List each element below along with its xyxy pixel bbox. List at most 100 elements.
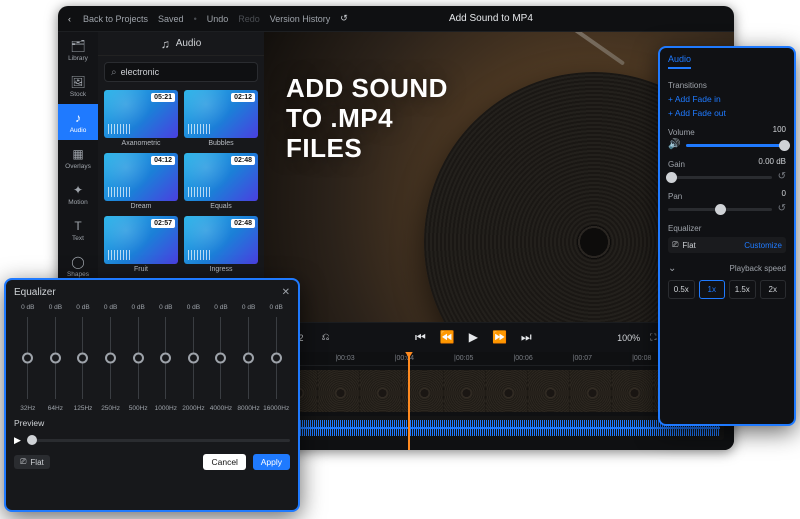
gain-value: 0.00 dB <box>758 157 786 166</box>
eq-band[interactable]: 0 dB64Hz <box>42 304 70 412</box>
clip-thumb[interactable]: 05:21Axanometric <box>104 90 178 147</box>
eq-knob[interactable] <box>105 353 116 364</box>
panel-tab-audio[interactable]: Audio <box>668 54 691 69</box>
eq-band[interactable]: 0 dB500Hz <box>124 304 152 412</box>
eq-knob[interactable] <box>271 353 282 364</box>
speed-1x[interactable]: 1x <box>699 280 726 299</box>
eq-band[interactable]: 0 dB2000Hz <box>180 304 208 412</box>
eq-knob[interactable] <box>22 353 33 364</box>
eq-slider[interactable] <box>248 317 249 399</box>
gain-slider[interactable] <box>668 176 772 179</box>
eq-knob[interactable] <box>188 353 199 364</box>
frame-back-icon[interactable]: ⎌ <box>322 332 330 343</box>
nav-overlays[interactable]: ▦Overlays <box>58 140 98 176</box>
eq-knob[interactable] <box>243 353 254 364</box>
speed-1.5x[interactable]: 1.5x <box>729 280 756 299</box>
eq-slider[interactable] <box>110 317 111 399</box>
preset-chip[interactable]: ⎚ Flat <box>14 455 50 469</box>
rewind-icon[interactable]: ⏪ <box>440 330 455 345</box>
eq-band[interactable]: 0 dB 1000Hz <box>152 304 180 412</box>
eq-slider[interactable] <box>27 317 28 399</box>
fullscreen-icon[interactable]: ⛶ <box>650 332 656 343</box>
eq-band[interactable]: 0 dB8000Hz <box>235 304 263 412</box>
equalizer-title: Equalizer <box>14 287 56 298</box>
cancel-button[interactable]: Cancel <box>203 454 245 470</box>
ruler-tick: |00:05 <box>454 355 473 362</box>
add-fade-out[interactable]: + Add Fade out <box>668 108 786 118</box>
ruler-tick: |00:07 <box>573 355 592 362</box>
nav-text[interactable]: TText <box>58 212 98 248</box>
eq-hz: 1000Hz <box>155 405 177 412</box>
eq-slider[interactable] <box>193 317 194 399</box>
eq-knob[interactable] <box>133 353 144 364</box>
overlay-text: ADD SOUND TO .MP4 FILES <box>286 74 448 164</box>
nav-motion[interactable]: ✦Motion <box>58 176 98 212</box>
speed-2x[interactable]: 2x <box>760 280 787 299</box>
nav-stock[interactable]: 🖼Stock <box>58 68 98 104</box>
apply-button[interactable]: Apply <box>253 454 290 470</box>
equalizer-preset-row[interactable]: ⎚ Flat Customize <box>668 237 786 253</box>
video-frame <box>444 370 486 412</box>
clip-duration: 02:48 <box>231 219 255 228</box>
eq-slider[interactable] <box>55 317 56 399</box>
nav-label: Overlays <box>65 163 91 170</box>
clip-thumb[interactable]: 02:57Fruit <box>104 216 178 273</box>
volume-label: Volume <box>668 128 695 137</box>
chevron-down-icon[interactable]: ⌄ <box>668 263 676 274</box>
audio-track[interactable] <box>276 416 724 440</box>
forward-icon[interactable]: ⏩ <box>492 330 507 345</box>
eq-band[interactable]: 0 dB32Hz <box>14 304 42 412</box>
eq-knob[interactable] <box>77 353 88 364</box>
search-box[interactable]: ⌕ <box>104 62 258 82</box>
project-title[interactable]: Add Sound to MP4 <box>358 13 624 24</box>
preview-play-icon[interactable]: ▶ <box>14 435 21 446</box>
clip-thumb[interactable]: 04:12Dream <box>104 153 178 210</box>
eq-db: 0 dB <box>104 304 117 311</box>
version-history[interactable]: Version History <box>270 14 331 24</box>
clip-image: 02:12 <box>184 90 258 138</box>
gain-reset-icon[interactable]: ↺ <box>778 171 786 182</box>
speaker-icon[interactable]: 🔊 <box>668 139 680 150</box>
eq-band[interactable]: 0 dB125Hz <box>69 304 97 412</box>
eq-db: 0 dB <box>214 304 227 311</box>
eq-slider[interactable] <box>276 317 277 399</box>
eq-slider[interactable] <box>82 317 83 399</box>
play-icon[interactable]: ▶ <box>469 330 478 345</box>
browser-title: Audio <box>176 38 202 49</box>
eq-db: 0 dB <box>242 304 255 311</box>
search-input[interactable] <box>121 67 251 77</box>
speed-0.5x[interactable]: 0.5x <box>668 280 695 299</box>
redo-button[interactable]: Redo <box>238 14 260 24</box>
chevron-left-icon[interactable]: ‹ <box>68 14 71 24</box>
clip-thumb[interactable]: 02:48Ingress <box>184 216 258 273</box>
clip-duration: 05:21 <box>151 93 175 102</box>
eq-slider[interactable] <box>165 317 166 399</box>
pan-slider[interactable] <box>668 208 772 211</box>
playhead[interactable] <box>408 352 410 450</box>
nav-library[interactable]: 🗂Library <box>58 32 98 68</box>
video-track[interactable] <box>276 370 724 412</box>
close-icon[interactable]: ✕ <box>282 287 290 298</box>
eq-db: 0 dB <box>159 304 172 311</box>
volume-slider[interactable] <box>686 144 786 147</box>
eq-slider[interactable] <box>220 317 221 399</box>
eq-slider[interactable] <box>138 317 139 399</box>
eq-knob[interactable] <box>50 353 61 364</box>
eq-band[interactable]: 0 dB4000Hz <box>207 304 235 412</box>
skip-end-icon[interactable]: ⏭ <box>521 330 532 345</box>
clip-thumb[interactable]: 02:12Bubbles <box>184 90 258 147</box>
video-frame <box>612 370 654 412</box>
eq-band[interactable]: 0 dB16000Hz <box>262 304 290 412</box>
skip-start-icon[interactable]: ⏮ <box>415 330 426 345</box>
clip-thumb[interactable]: 02:48Equals <box>184 153 258 210</box>
add-fade-in[interactable]: + Add Fade in <box>668 94 786 104</box>
customize-link[interactable]: Customize <box>744 241 782 250</box>
pan-reset-icon[interactable]: ↺ <box>778 203 786 214</box>
back-to-projects[interactable]: Back to Projects <box>83 14 148 24</box>
eq-knob[interactable] <box>160 353 171 364</box>
preview-progress[interactable] <box>27 439 290 442</box>
undo-button[interactable]: Undo <box>207 14 229 24</box>
nav-audio[interactable]: ♪Audio <box>58 104 98 140</box>
eq-band[interactable]: 0 dB250Hz <box>97 304 125 412</box>
eq-knob[interactable] <box>215 353 226 364</box>
